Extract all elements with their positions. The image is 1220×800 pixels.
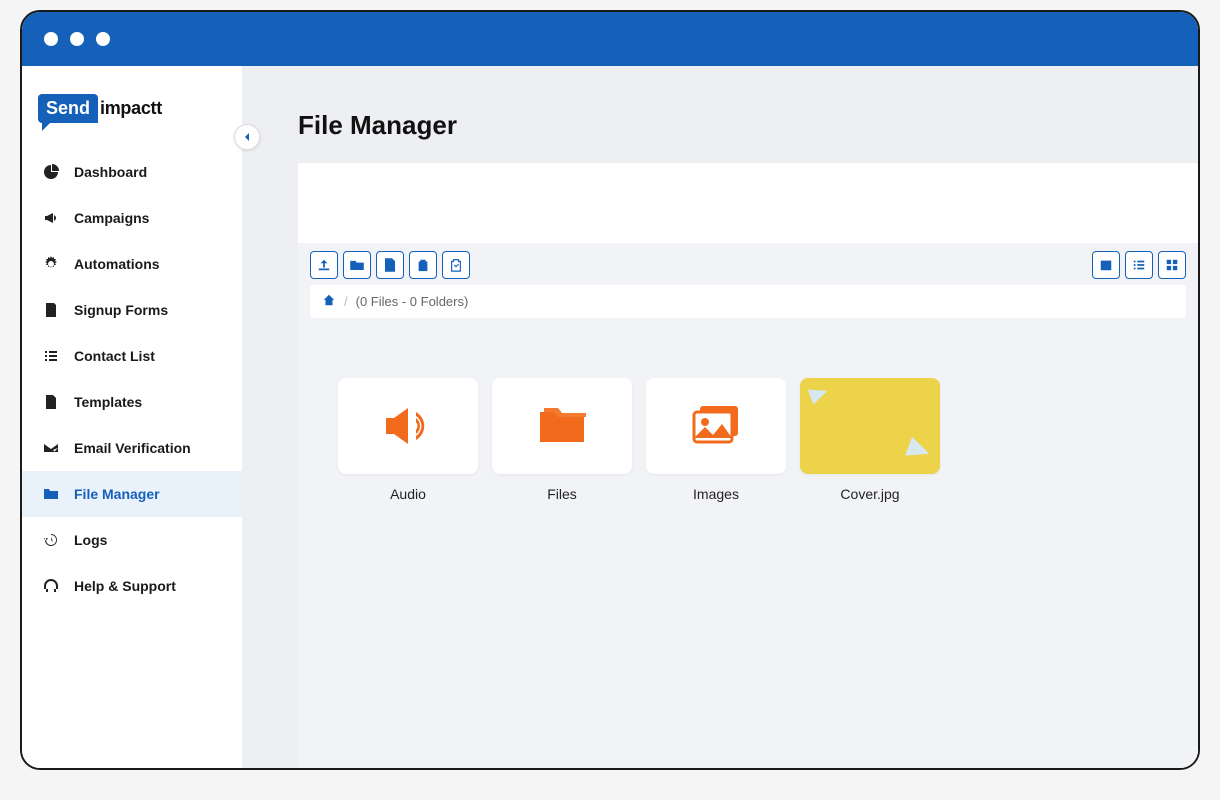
sidebar-item-logs[interactable]: Logs: [22, 517, 242, 563]
window-dot[interactable]: [44, 32, 58, 46]
sidebar-item-campaigns[interactable]: Campaigns: [22, 195, 242, 241]
gridview-button[interactable]: [1158, 251, 1186, 279]
content-area: Send impactt Dashboard Campaigns Automatio…: [22, 66, 1198, 768]
sidebar-item-label: Contact List: [74, 348, 155, 364]
window-titlebar: [22, 12, 1198, 66]
brand-logo: Send impactt: [22, 72, 242, 149]
sidebar-item-label: Help & Support: [74, 578, 176, 594]
breadcrumb-bar: / (0 Files - 0 Folders): [310, 285, 1186, 318]
sidebar-item-file-manager[interactable]: File Manager: [22, 471, 242, 517]
sidebar-item-label: Logs: [74, 532, 107, 548]
window-dot[interactable]: [96, 32, 110, 46]
toolbar-row: [310, 251, 1186, 279]
paste-button[interactable]: [409, 251, 437, 279]
file-item-audio[interactable]: Audio: [338, 378, 478, 514]
brand-badge: Send: [38, 94, 98, 123]
file-manager-panel: / (0 Files - 0 Folders) Audio Files Images…: [298, 163, 1198, 768]
file-item-images[interactable]: Images: [646, 378, 786, 514]
file-label: Cover.jpg: [800, 486, 940, 502]
folder-icon: [42, 485, 60, 503]
sidebar-item-templates[interactable]: Templates: [22, 379, 242, 425]
toolbar-right-group: [1092, 251, 1186, 279]
sidebar-item-label: Automations: [74, 256, 160, 272]
addfile-button[interactable]: [376, 251, 404, 279]
page-title: File Manager: [298, 110, 1198, 141]
pie-icon: [42, 163, 60, 181]
sidebar: Send impactt Dashboard Campaigns Automatio…: [22, 66, 242, 768]
mailcheck-icon: [42, 439, 60, 457]
sidebar-item-email-verification[interactable]: Email Verification: [22, 425, 242, 471]
file-thumb: [492, 378, 632, 474]
panel-spacer: [298, 163, 1198, 243]
file-label: Files: [492, 486, 632, 502]
toolbar-zone: / (0 Files - 0 Folders): [298, 243, 1198, 318]
clipboard-button[interactable]: [442, 251, 470, 279]
sidebar-item-label: Signup Forms: [74, 302, 168, 318]
file-thumb: [338, 378, 478, 474]
home-icon[interactable]: [322, 293, 336, 310]
file-grid: Audio Files Images Cover.jpg: [298, 318, 1198, 768]
sidebar-item-contact-list[interactable]: Contact List: [22, 333, 242, 379]
main-content: File Manager / (0 Files - 0 Folders) Aud…: [242, 66, 1198, 768]
list-icon: [42, 347, 60, 365]
sidebar-item-automations[interactable]: Automations: [22, 241, 242, 287]
file-item-cover-jpg[interactable]: Cover.jpg: [800, 378, 940, 514]
sidebar-collapse-button[interactable]: [234, 124, 260, 150]
form-icon: [42, 301, 60, 319]
listview-button[interactable]: [1125, 251, 1153, 279]
sidebar-item-label: Dashboard: [74, 164, 147, 180]
file-thumb: [800, 378, 940, 474]
history-icon: [42, 531, 60, 549]
sidebar-item-dashboard[interactable]: Dashboard: [22, 149, 242, 195]
file-item-files[interactable]: Files: [492, 378, 632, 514]
sidebar-item-signup-forms[interactable]: Signup Forms: [22, 287, 242, 333]
toolbar-left-group: [310, 251, 470, 279]
file-thumb: [646, 378, 786, 474]
newfolder-button[interactable]: [343, 251, 371, 279]
gears-icon: [42, 255, 60, 273]
file-label: Audio: [338, 486, 478, 502]
sidebar-item-label: Templates: [74, 394, 142, 410]
file-label: Images: [646, 486, 786, 502]
sidebar-nav: Dashboard Campaigns Automations Signup Form…: [22, 149, 242, 609]
page-header: File Manager: [242, 66, 1198, 163]
sidebar-item-label: File Manager: [74, 486, 160, 502]
sidebar-item-label: Email Verification: [74, 440, 191, 456]
upload-button[interactable]: [310, 251, 338, 279]
brand-rest: impactt: [100, 98, 162, 119]
sidebar-item-label: Campaigns: [74, 210, 149, 226]
calendar-button[interactable]: [1092, 251, 1120, 279]
breadcrumb-separator: /: [344, 294, 348, 309]
support-icon: [42, 577, 60, 595]
doc-icon: [42, 393, 60, 411]
breadcrumb-summary: (0 Files - 0 Folders): [356, 294, 469, 309]
megaphone-icon: [42, 209, 60, 227]
sidebar-item-help-support[interactable]: Help & Support: [22, 563, 242, 609]
window-dot[interactable]: [70, 32, 84, 46]
app-window: Send impactt Dashboard Campaigns Automatio…: [20, 10, 1200, 770]
